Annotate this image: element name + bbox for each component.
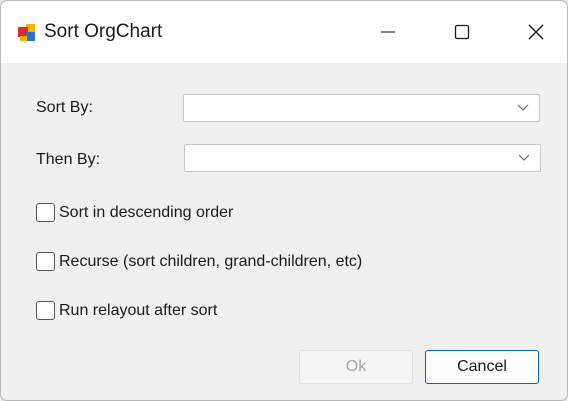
window-title: Sort OrgChart [44, 21, 163, 42]
app-icon [18, 24, 35, 41]
descending-order-label: Sort in descending order [59, 203, 234, 221]
minimize-icon [381, 31, 395, 33]
recurse-label: Recurse (sort children, grand-children, … [59, 252, 363, 270]
sort-orgchart-dialog: Sort OrgChart Sort By: Then By: Sort in … [0, 0, 568, 401]
cancel-button[interactable]: Cancel [425, 350, 539, 384]
close-icon [528, 24, 544, 40]
minimize-button[interactable] [347, 1, 429, 63]
descending-order-checkbox[interactable] [36, 203, 55, 222]
relayout-label: Run relayout after sort [59, 301, 218, 319]
title-bar[interactable]: Sort OrgChart [1, 1, 567, 63]
recurse-checkbox[interactable] [36, 252, 55, 271]
sort-by-select[interactable] [183, 94, 540, 122]
close-button[interactable] [495, 1, 567, 63]
chevron-down-icon [518, 154, 530, 161]
maximize-icon [454, 24, 470, 40]
recurse-option[interactable]: Recurse (sort children, grand-children, … [36, 252, 362, 271]
ok-button[interactable]: Ok [299, 350, 413, 384]
then-by-label: Then By: [36, 151, 101, 168]
maximize-button[interactable] [421, 1, 503, 63]
descending-order-option[interactable]: Sort in descending order [36, 203, 233, 222]
chevron-down-icon [517, 104, 529, 111]
relayout-option[interactable]: Run relayout after sort [36, 301, 217, 320]
then-by-select[interactable] [184, 144, 541, 172]
relayout-checkbox[interactable] [36, 301, 55, 320]
sort-by-label: Sort By: [36, 99, 93, 116]
